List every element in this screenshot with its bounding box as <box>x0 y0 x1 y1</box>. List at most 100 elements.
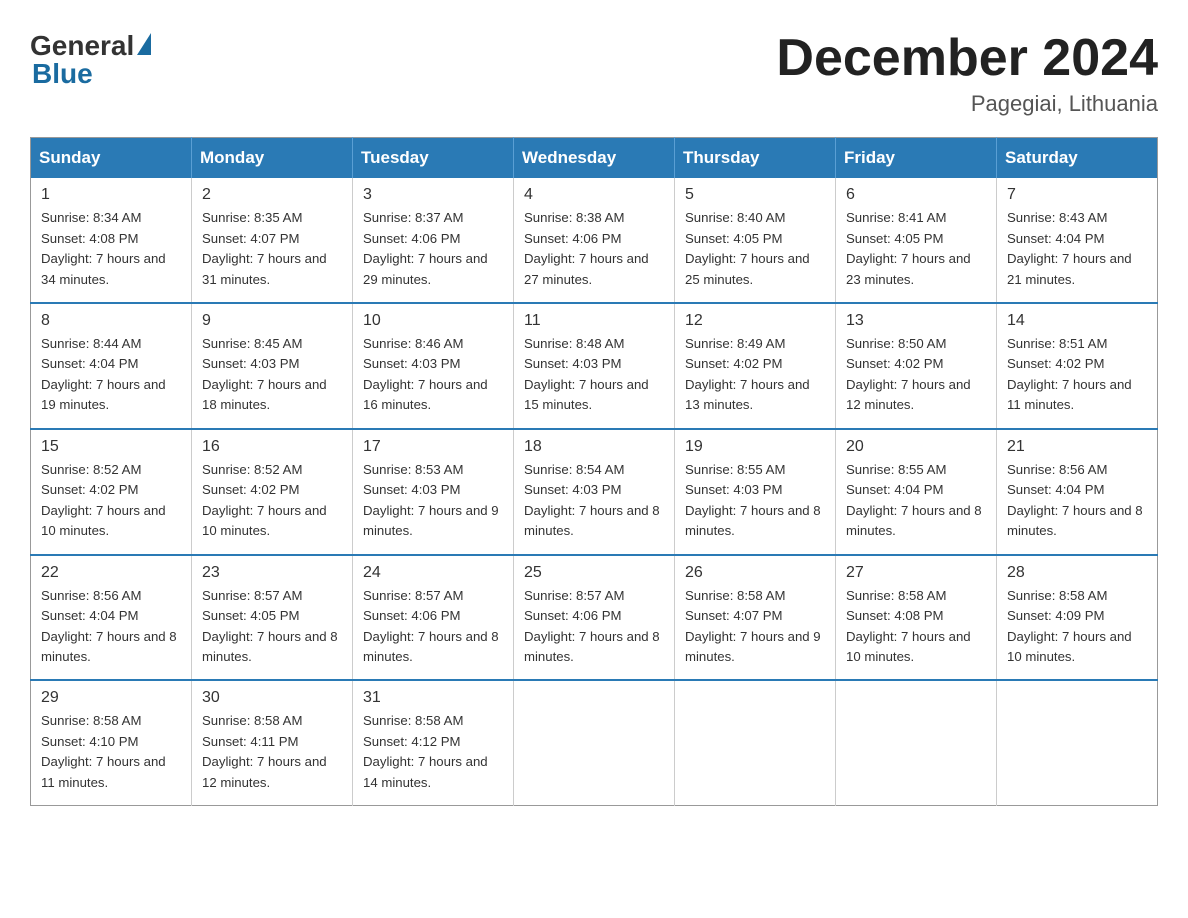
calendar-cell: 21 Sunrise: 8:56 AM Sunset: 4:04 PM Dayl… <box>997 429 1158 555</box>
day-info: Sunrise: 8:52 AM Sunset: 4:02 PM Dayligh… <box>202 460 342 542</box>
day-info: Sunrise: 8:58 AM Sunset: 4:10 PM Dayligh… <box>41 711 181 793</box>
calendar-week-4: 22 Sunrise: 8:56 AM Sunset: 4:04 PM Dayl… <box>31 555 1158 681</box>
day-info: Sunrise: 8:55 AM Sunset: 4:03 PM Dayligh… <box>685 460 825 542</box>
day-number: 4 <box>524 186 664 204</box>
calendar-cell: 16 Sunrise: 8:52 AM Sunset: 4:02 PM Dayl… <box>192 429 353 555</box>
calendar-cell: 5 Sunrise: 8:40 AM Sunset: 4:05 PM Dayli… <box>675 178 836 303</box>
day-number: 29 <box>41 689 181 707</box>
day-info: Sunrise: 8:44 AM Sunset: 4:04 PM Dayligh… <box>41 334 181 416</box>
logo-blue-text: Blue <box>32 58 93 90</box>
day-info: Sunrise: 8:55 AM Sunset: 4:04 PM Dayligh… <box>846 460 986 542</box>
day-number: 13 <box>846 312 986 330</box>
calendar-cell: 6 Sunrise: 8:41 AM Sunset: 4:05 PM Dayli… <box>836 178 997 303</box>
day-info: Sunrise: 8:52 AM Sunset: 4:02 PM Dayligh… <box>41 460 181 542</box>
day-number: 26 <box>685 564 825 582</box>
col-thursday: Thursday <box>675 138 836 179</box>
month-title: December 2024 <box>776 30 1158 87</box>
calendar-week-3: 15 Sunrise: 8:52 AM Sunset: 4:02 PM Dayl… <box>31 429 1158 555</box>
day-number: 18 <box>524 438 664 456</box>
calendar-week-2: 8 Sunrise: 8:44 AM Sunset: 4:04 PM Dayli… <box>31 303 1158 429</box>
day-number: 22 <box>41 564 181 582</box>
day-info: Sunrise: 8:53 AM Sunset: 4:03 PM Dayligh… <box>363 460 503 542</box>
day-number: 6 <box>846 186 986 204</box>
logo-triangle-icon <box>137 33 151 55</box>
day-info: Sunrise: 8:58 AM Sunset: 4:07 PM Dayligh… <box>685 586 825 668</box>
title-section: December 2024 Pagegiai, Lithuania <box>776 30 1158 117</box>
day-info: Sunrise: 8:54 AM Sunset: 4:03 PM Dayligh… <box>524 460 664 542</box>
calendar-week-1: 1 Sunrise: 8:34 AM Sunset: 4:08 PM Dayli… <box>31 178 1158 303</box>
calendar-cell: 14 Sunrise: 8:51 AM Sunset: 4:02 PM Dayl… <box>997 303 1158 429</box>
day-info: Sunrise: 8:56 AM Sunset: 4:04 PM Dayligh… <box>41 586 181 668</box>
day-number: 1 <box>41 186 181 204</box>
day-number: 2 <box>202 186 342 204</box>
day-number: 25 <box>524 564 664 582</box>
calendar-cell: 13 Sunrise: 8:50 AM Sunset: 4:02 PM Dayl… <box>836 303 997 429</box>
col-tuesday: Tuesday <box>353 138 514 179</box>
calendar-cell: 8 Sunrise: 8:44 AM Sunset: 4:04 PM Dayli… <box>31 303 192 429</box>
day-info: Sunrise: 8:58 AM Sunset: 4:09 PM Dayligh… <box>1007 586 1147 668</box>
calendar-cell: 27 Sunrise: 8:58 AM Sunset: 4:08 PM Dayl… <box>836 555 997 681</box>
calendar-cell: 15 Sunrise: 8:52 AM Sunset: 4:02 PM Dayl… <box>31 429 192 555</box>
calendar-week-5: 29 Sunrise: 8:58 AM Sunset: 4:10 PM Dayl… <box>31 680 1158 805</box>
day-info: Sunrise: 8:37 AM Sunset: 4:06 PM Dayligh… <box>363 208 503 290</box>
day-number: 21 <box>1007 438 1147 456</box>
day-info: Sunrise: 8:41 AM Sunset: 4:05 PM Dayligh… <box>846 208 986 290</box>
day-number: 27 <box>846 564 986 582</box>
calendar-table: Sunday Monday Tuesday Wednesday Thursday… <box>30 137 1158 806</box>
day-info: Sunrise: 8:40 AM Sunset: 4:05 PM Dayligh… <box>685 208 825 290</box>
col-saturday: Saturday <box>997 138 1158 179</box>
day-number: 19 <box>685 438 825 456</box>
day-number: 17 <box>363 438 503 456</box>
day-number: 28 <box>1007 564 1147 582</box>
day-info: Sunrise: 8:45 AM Sunset: 4:03 PM Dayligh… <box>202 334 342 416</box>
day-number: 3 <box>363 186 503 204</box>
day-number: 12 <box>685 312 825 330</box>
calendar-cell: 31 Sunrise: 8:58 AM Sunset: 4:12 PM Dayl… <box>353 680 514 805</box>
day-number: 14 <box>1007 312 1147 330</box>
col-sunday: Sunday <box>31 138 192 179</box>
day-number: 15 <box>41 438 181 456</box>
calendar-cell: 20 Sunrise: 8:55 AM Sunset: 4:04 PM Dayl… <box>836 429 997 555</box>
col-wednesday: Wednesday <box>514 138 675 179</box>
day-number: 9 <box>202 312 342 330</box>
day-info: Sunrise: 8:50 AM Sunset: 4:02 PM Dayligh… <box>846 334 986 416</box>
day-info: Sunrise: 8:58 AM Sunset: 4:12 PM Dayligh… <box>363 711 503 793</box>
calendar-cell: 17 Sunrise: 8:53 AM Sunset: 4:03 PM Dayl… <box>353 429 514 555</box>
day-number: 16 <box>202 438 342 456</box>
col-monday: Monday <box>192 138 353 179</box>
calendar-cell <box>514 680 675 805</box>
calendar-cell: 7 Sunrise: 8:43 AM Sunset: 4:04 PM Dayli… <box>997 178 1158 303</box>
calendar-cell: 24 Sunrise: 8:57 AM Sunset: 4:06 PM Dayl… <box>353 555 514 681</box>
day-info: Sunrise: 8:49 AM Sunset: 4:02 PM Dayligh… <box>685 334 825 416</box>
calendar-cell <box>836 680 997 805</box>
day-info: Sunrise: 8:57 AM Sunset: 4:06 PM Dayligh… <box>363 586 503 668</box>
day-info: Sunrise: 8:51 AM Sunset: 4:02 PM Dayligh… <box>1007 334 1147 416</box>
day-info: Sunrise: 8:35 AM Sunset: 4:07 PM Dayligh… <box>202 208 342 290</box>
calendar-cell: 1 Sunrise: 8:34 AM Sunset: 4:08 PM Dayli… <box>31 178 192 303</box>
day-info: Sunrise: 8:34 AM Sunset: 4:08 PM Dayligh… <box>41 208 181 290</box>
calendar-cell: 12 Sunrise: 8:49 AM Sunset: 4:02 PM Dayl… <box>675 303 836 429</box>
day-number: 11 <box>524 312 664 330</box>
calendar-cell <box>675 680 836 805</box>
calendar-cell: 25 Sunrise: 8:57 AM Sunset: 4:06 PM Dayl… <box>514 555 675 681</box>
calendar-cell: 18 Sunrise: 8:54 AM Sunset: 4:03 PM Dayl… <box>514 429 675 555</box>
day-info: Sunrise: 8:57 AM Sunset: 4:06 PM Dayligh… <box>524 586 664 668</box>
calendar-cell: 23 Sunrise: 8:57 AM Sunset: 4:05 PM Dayl… <box>192 555 353 681</box>
location-subtitle: Pagegiai, Lithuania <box>776 91 1158 117</box>
day-number: 20 <box>846 438 986 456</box>
day-number: 30 <box>202 689 342 707</box>
calendar-cell: 9 Sunrise: 8:45 AM Sunset: 4:03 PM Dayli… <box>192 303 353 429</box>
day-info: Sunrise: 8:58 AM Sunset: 4:08 PM Dayligh… <box>846 586 986 668</box>
day-info: Sunrise: 8:58 AM Sunset: 4:11 PM Dayligh… <box>202 711 342 793</box>
calendar-cell: 10 Sunrise: 8:46 AM Sunset: 4:03 PM Dayl… <box>353 303 514 429</box>
page-header: General Blue December 2024 Pagegiai, Lit… <box>30 30 1158 117</box>
calendar-cell: 22 Sunrise: 8:56 AM Sunset: 4:04 PM Dayl… <box>31 555 192 681</box>
calendar-cell <box>997 680 1158 805</box>
day-number: 7 <box>1007 186 1147 204</box>
calendar-cell: 30 Sunrise: 8:58 AM Sunset: 4:11 PM Dayl… <box>192 680 353 805</box>
calendar-cell: 29 Sunrise: 8:58 AM Sunset: 4:10 PM Dayl… <box>31 680 192 805</box>
day-info: Sunrise: 8:46 AM Sunset: 4:03 PM Dayligh… <box>363 334 503 416</box>
logo: General Blue <box>30 30 151 90</box>
calendar-cell: 4 Sunrise: 8:38 AM Sunset: 4:06 PM Dayli… <box>514 178 675 303</box>
calendar-cell: 11 Sunrise: 8:48 AM Sunset: 4:03 PM Dayl… <box>514 303 675 429</box>
